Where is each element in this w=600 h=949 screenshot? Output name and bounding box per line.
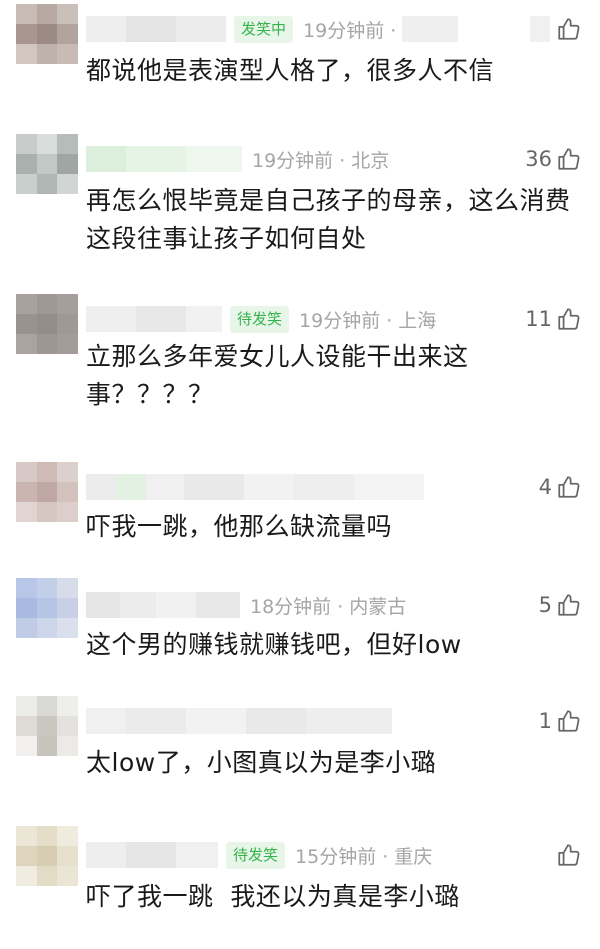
username[interactable] — [86, 708, 392, 734]
comment-text: 立那么多年爱女儿人设能干出来这事？？？？ — [86, 342, 469, 409]
timestamp: 19分钟前 · 上海 — [299, 309, 437, 332]
thumbs-up-icon[interactable] — [556, 306, 582, 332]
comment-header: 待发笑 15分钟前 · 重庆 — [86, 838, 432, 872]
comment-text: 都说他是表演型人格了，很多人不信 — [86, 56, 495, 85]
status-badge: 发笑中 — [234, 15, 294, 43]
like-count: 4 — [538, 475, 552, 499]
comment-item: 待发笑 15分钟前 · 重庆 吓了我一跳 我还以为真是李小璐 — [0, 822, 600, 949]
like-button[interactable] — [556, 838, 582, 872]
thumbs-up-icon[interactable] — [556, 16, 582, 42]
username[interactable] — [86, 306, 222, 332]
avatar[interactable] — [16, 578, 78, 638]
avatar[interactable] — [16, 4, 78, 64]
avatar[interactable] — [16, 462, 78, 522]
avatar[interactable] — [16, 826, 78, 886]
username[interactable] — [86, 146, 242, 172]
timestamp: 19分钟前 · 北京 — [252, 149, 390, 172]
comment-header — [86, 704, 392, 738]
username[interactable] — [86, 16, 226, 42]
like-count: 11 — [525, 307, 552, 331]
comment-text: 太low了，小图真以为是李小璐 — [86, 748, 437, 777]
avatar[interactable] — [16, 696, 78, 756]
timestamp: 19分钟前 · — [303, 19, 397, 42]
comment-item: 4 吓我一跳，他那么缺流量吗 — [0, 460, 600, 570]
comment-item: 19分钟前 · 北京 36 再怎么恨毕竟是自己孩子的母亲，这么消费这段往事让孩子… — [0, 130, 600, 280]
comment-text: 吓我一跳，他那么缺流量吗 — [86, 512, 393, 541]
like-count: 5 — [538, 593, 552, 617]
timestamp: 18分钟前 · 内蒙古 — [250, 595, 407, 618]
like-button[interactable]: 5 — [539, 588, 582, 622]
timestamp: 15分钟前 · 重庆 — [295, 845, 433, 868]
username[interactable] — [86, 474, 424, 500]
like-button[interactable]: 36 — [525, 142, 582, 176]
comment-text: 吓了我一跳 我还以为真是李小璐 — [86, 882, 460, 911]
comment-header — [86, 470, 424, 504]
avatar[interactable] — [16, 294, 78, 354]
like-button[interactable]: 4 — [539, 470, 582, 504]
status-badge: 待发笑 — [230, 305, 290, 333]
username[interactable] — [86, 842, 218, 868]
username[interactable] — [86, 592, 240, 618]
comment-item: 1 太low了，小图真以为是李小璐 — [0, 692, 600, 812]
comment-header: 18分钟前 · 内蒙古 — [86, 588, 406, 622]
avatar[interactable] — [16, 134, 78, 194]
like-button[interactable]: 1 — [539, 704, 582, 738]
comment-text: 这个男的赚钱就赚钱吧，但好low — [86, 630, 462, 659]
like-button[interactable]: 11 — [525, 302, 582, 336]
location-blur — [402, 16, 459, 42]
like-count-blur — [530, 16, 550, 42]
like-count: 1 — [538, 709, 552, 733]
comment-header: 发笑中 19分钟前 · — [86, 12, 459, 46]
comment-text: 再怎么恨毕竟是自己孩子的母亲，这么消费这段往事让孩子如何自处 — [86, 186, 571, 253]
comment-header: 待发笑 19分钟前 · 上海 — [86, 302, 436, 336]
comment-item: 18分钟前 · 内蒙古 5 这个男的赚钱就赚钱吧，但好low — [0, 576, 600, 686]
comment-item: 待发笑 19分钟前 · 上海 11 立那么多年爱女儿人设能干出来这事？？？？ — [0, 292, 600, 442]
like-button[interactable] — [530, 12, 582, 46]
like-count: 36 — [525, 147, 552, 171]
thumbs-up-icon[interactable] — [556, 842, 582, 868]
thumbs-up-icon[interactable] — [556, 146, 582, 172]
thumbs-up-icon[interactable] — [556, 474, 582, 500]
comment-item: 发笑中 19分钟前 · 都说他是表演型人格了，很多人不信 — [0, 0, 600, 120]
thumbs-up-icon[interactable] — [556, 708, 582, 734]
comment-header: 19分钟前 · 北京 — [86, 142, 389, 176]
status-badge: 待发笑 — [226, 841, 286, 869]
thumbs-up-icon[interactable] — [556, 592, 582, 618]
